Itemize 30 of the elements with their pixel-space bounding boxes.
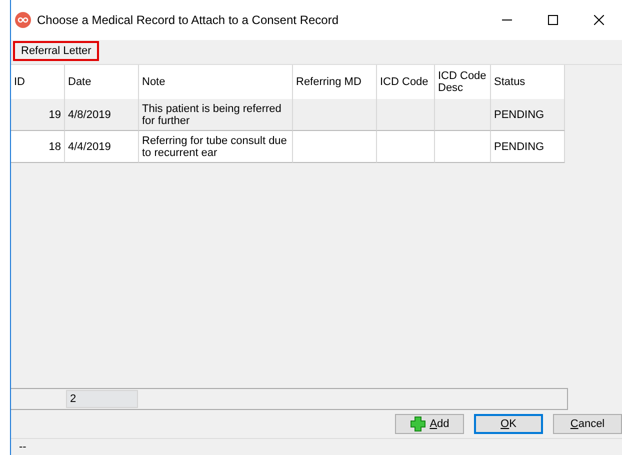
table-cell: Referring for tube consult due to recurrent ear <box>139 131 293 163</box>
column-header[interactable]: ICD Code <box>377 65 435 99</box>
row-count-cell: 2 <box>66 390 138 408</box>
add-button[interactable]: Add <box>395 414 464 434</box>
table-cell: 19 <box>11 99 65 131</box>
window-title: Choose a Medical Record to Attach to a Consent Record <box>37 13 340 27</box>
table-cell: This patient is being referred for further <box>139 99 293 131</box>
close-icon[interactable] <box>594 15 604 25</box>
column-header[interactable]: ID <box>11 65 65 99</box>
table-cell: 18 <box>11 131 65 163</box>
column-header[interactable]: Status <box>491 65 565 99</box>
column-header[interactable]: Note <box>139 65 293 99</box>
table-cell <box>377 99 435 131</box>
table-cell: 4/4/2019 <box>65 131 139 163</box>
column-header[interactable]: Date <box>65 65 139 99</box>
table-cell: PENDING <box>491 99 565 131</box>
plus-icon <box>410 416 426 432</box>
dialog-button[interactable]: Cancel <box>553 414 622 434</box>
maximize-icon[interactable] <box>548 15 558 25</box>
column-header[interactable]: Referring MD <box>293 65 377 99</box>
table-cell <box>435 99 491 131</box>
table-cell: PENDING <box>491 131 565 163</box>
dialog-button[interactable]: OK <box>474 414 543 434</box>
table-cell: 4/8/2019 <box>65 99 139 131</box>
table-cell <box>435 131 491 163</box>
app-logo-icon <box>15 12 31 28</box>
tab[interactable]: Referral Letter <box>13 41 100 61</box>
status-text: -- <box>18 440 28 455</box>
column-header[interactable]: ICD Code Desc <box>435 65 491 99</box>
table-cell <box>377 131 435 163</box>
